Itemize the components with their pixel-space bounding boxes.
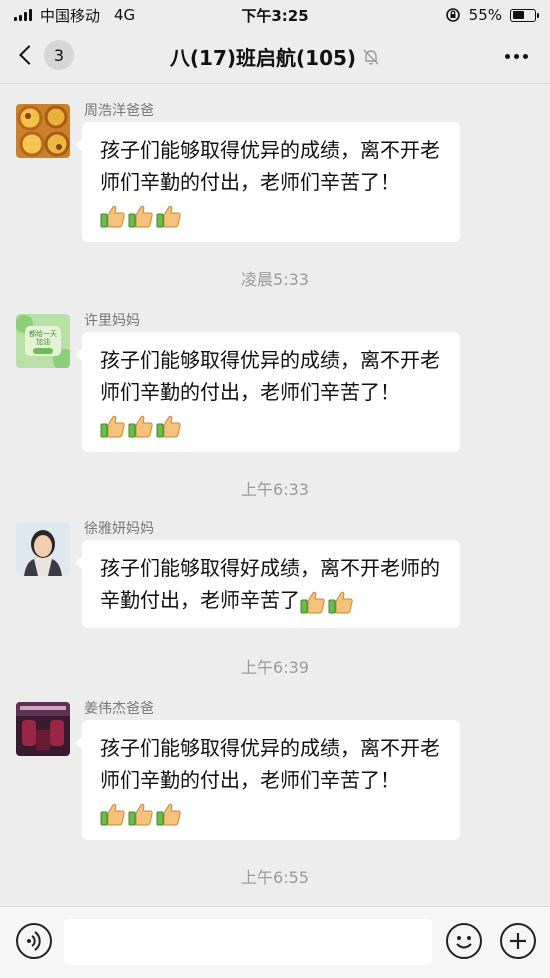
nav-bar: 3 八(17)班启航(105): [0, 30, 550, 84]
thumbs-up-icon: [156, 204, 182, 228]
message-text: 孩子们能够取得优异的成绩，离不开老师们辛勤的付出，老师们辛苦了！: [100, 138, 440, 194]
voice-button[interactable]: [16, 923, 52, 959]
timestamp: 凌晨5:33: [241, 270, 309, 289]
message-bubble[interactable]: 孩子们能够取得优异的成绩，离不开老师们辛勤的付出，老师们辛苦了！: [75, 332, 460, 452]
voice-icon: [27, 931, 41, 951]
back-chevron-icon: [19, 45, 39, 65]
signal-icon: [14, 9, 32, 21]
sender-name: 姜伟杰爸爸: [84, 701, 154, 717]
chat-title: 八(17)班启航(105): [169, 46, 357, 70]
emoji-row: [300, 590, 354, 614]
thumbs-up-icon: [128, 802, 154, 826]
input-bar: [0, 906, 550, 978]
timestamp: 上午6:55: [241, 868, 309, 887]
sender-name: 许里妈妈: [84, 313, 140, 329]
thumbs-up-icon: [156, 802, 182, 826]
status-time: 下午3:25: [241, 6, 309, 25]
network-label: 4G: [114, 6, 136, 24]
message-text: 孩子们能够取得好成绩，离不开老师的辛勤付出，老师辛苦了: [100, 556, 440, 612]
car-interior-avatar-icon: [16, 702, 70, 756]
thumbs-up-icon: [128, 414, 154, 438]
avatar[interactable]: 都给一天加油: [16, 314, 70, 368]
timestamp: 上午6:33: [241, 480, 309, 499]
plus-icon: [510, 933, 526, 949]
sender-name: 徐雅妍妈妈: [84, 521, 154, 537]
plus-button[interactable]: [500, 923, 536, 959]
carrier-label: 中国移动: [40, 6, 101, 25]
status-bar: 中国移动 4G 下午3:25 55%: [0, 0, 550, 30]
message-text: 孩子们能够取得优异的成绩，离不开老师们辛勤的付出，老师们辛苦了！: [100, 736, 440, 792]
avatar[interactable]: [16, 104, 70, 158]
sender-name: 周浩洋爸爸: [84, 103, 154, 119]
thumbs-up-icon: [100, 414, 126, 438]
avatar-caption: 都给一天加油: [29, 330, 57, 346]
thumbs-up-icon: [328, 590, 354, 614]
status-left: 中国移动 4G: [14, 5, 135, 26]
unread-badge: 3: [44, 40, 74, 70]
message-bubble[interactable]: 孩子们能够取得优异的成绩，离不开老师们辛勤的付出，老师们辛苦了！: [75, 122, 460, 242]
emoji-icon: [456, 936, 472, 949]
thumbs-up-icon: [300, 590, 326, 614]
avatar[interactable]: [16, 702, 70, 756]
mute-bell-icon: [363, 49, 379, 65]
message-input[interactable]: [64, 919, 432, 965]
emoji-row: [100, 414, 182, 438]
portrait-avatar-icon: [16, 522, 70, 576]
message-bubble[interactable]: 孩子们能够取得优异的成绩，离不开老师们辛勤的付出，老师们辛苦了！: [75, 720, 460, 840]
thumbs-up-icon: [156, 414, 182, 438]
thumbs-up-icon: [100, 802, 126, 826]
more-icon[interactable]: [503, 46, 530, 67]
egg-tarts-avatar-icon: [16, 104, 70, 158]
emoji-row: [100, 204, 182, 228]
thumbs-up-icon: [100, 204, 126, 228]
battery-icon: [510, 8, 539, 22]
avatar[interactable]: [16, 522, 70, 576]
message-bubble[interactable]: 孩子们能够取得好成绩，离不开老师的辛勤付出，老师辛苦了: [75, 540, 460, 628]
emoji-row: [100, 802, 182, 826]
battery-percent: 55%: [468, 6, 502, 24]
battery-fill: [512, 11, 525, 19]
message-text: 孩子们能够取得优异的成绩，离不开老师们辛勤的付出，老师们辛苦了！: [100, 348, 440, 404]
thumbs-up-icon: [128, 204, 154, 228]
rotation-lock-icon: [445, 8, 460, 22]
chat-title-wrap: 八(17)班启航(105): [170, 42, 380, 71]
chat-screen: 中国移动 4G 下午3:25 55% 3 八(17)班启航(105) 周浩洋爸爸…: [0, 0, 550, 978]
back-button[interactable]: 3: [16, 40, 74, 70]
status-right: 55%: [445, 6, 539, 24]
timestamp: 上午6:39: [241, 658, 309, 677]
emoji-button[interactable]: [446, 923, 482, 959]
